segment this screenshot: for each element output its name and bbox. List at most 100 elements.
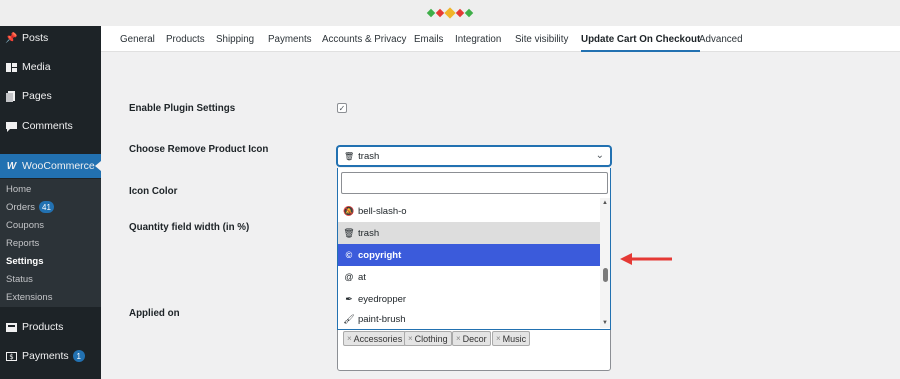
chip-label: Clothing [414,333,448,344]
chip-decor[interactable]: × Decor [452,331,491,346]
submenu-label: Orders [6,201,36,213]
submenu-item-settings[interactable]: Settings [6,253,43,269]
tab-label: General [120,33,155,45]
submenu-item-coupons[interactable]: Coupons [6,217,44,233]
chip-music[interactable]: × Music [492,331,531,346]
sidebar-item-pages[interactable]: Pages [0,84,101,108]
green-diamond-icon [426,8,436,18]
option-bell-slash-o[interactable]: 🔕 bell-slash-o [338,200,600,222]
tab-payments[interactable]: Payments [268,26,312,52]
dropdown-scrollbar[interactable]: ▲ ▼ [600,198,610,328]
green-diamond-icon [464,8,474,18]
tab-update-cart-on-checkout[interactable]: Update Cart On Checkout [581,26,701,52]
enable-plugin-label: Enable Plugin Settings [129,103,236,114]
chip-label: Accessories [353,333,403,344]
option-label: copyright [358,249,402,261]
sidebar-item-label: Posts [22,32,49,44]
sidebar-item-label: Pages [22,90,52,102]
submenu-item-home[interactable]: Home [6,181,31,197]
admin-sidebar: 📌 Posts Media Pages Comments W WooCommer… [0,26,101,379]
yellow-diamond-icon [444,7,456,19]
pin-icon: 📌 [5,32,18,44]
option-label: at [358,271,366,283]
tab-label: Advanced [699,33,743,45]
sidebar-item-media[interactable]: Media [0,55,101,79]
option-at[interactable]: @ at [338,266,600,288]
icon-dropdown-list: 🔕 bell-slash-o 🗑 trash © copyright @ at ✒ eye… [337,168,611,330]
tab-site-visibility[interactable]: Site visibility [515,26,568,52]
sidebar-item-label: Payments [22,350,69,362]
annotation-arrow-icon [620,253,672,265]
submenu-item-extensions[interactable]: Extensions [6,289,52,305]
eyedropper-icon: ✒ [345,293,353,304]
pages-icon [6,90,17,102]
submenu-item-orders[interactable]: Orders 41 [6,199,54,215]
sidebar-item-label: Media [22,61,51,73]
remove-chip-icon[interactable]: × [496,334,501,343]
red-diamond-icon [435,8,445,18]
scrollbar-thumb[interactable] [603,268,608,282]
tab-shipping[interactable]: Shipping [216,26,254,52]
paint-brush-icon: 🖌 [343,313,355,324]
red-diamond-icon [455,8,465,18]
admin-frame: 📌 Posts Media Pages Comments W WooCommer… [0,26,900,379]
submenu-item-status[interactable]: Status [6,271,33,287]
payments-icon: $ [6,351,17,362]
tab-label: Payments [268,33,312,45]
tab-label: Emails [414,33,444,45]
submenu-label: Settings [6,255,44,267]
woocommerce-submenu: Home Orders 41 Coupons Reports Settings S… [0,179,101,307]
sidebar-item-label: WooCommerce [22,160,95,172]
tab-label: Products [166,33,205,45]
option-paint-brush[interactable]: 🖌 paint-brush [338,310,600,328]
tab-label: Shipping [216,33,255,45]
remove-chip-icon[interactable]: × [408,334,413,343]
dropdown-search-input[interactable] [341,172,608,194]
sidebar-item-posts[interactable]: 📌 Posts [0,26,101,50]
applied-on-label: Applied on [129,308,180,319]
tab-accounts-privacy[interactable]: Accounts & Privacy [322,26,406,52]
orders-count-badge: 41 [39,201,54,213]
submenu-label: Status [6,273,33,285]
applied-on-multiselect[interactable]: × Accessories × Clothing × Decor × Music [337,326,611,371]
submenu-label: Extensions [6,291,53,303]
copyright-icon: © [345,250,353,260]
sidebar-item-payments[interactable]: $ Payments 1 [0,344,101,368]
tab-emails[interactable]: Emails [414,26,443,52]
chip-label: Decor [462,333,487,344]
tab-integration[interactable]: Integration [455,26,501,52]
tab-products[interactable]: Products [166,26,205,52]
chip-accessories[interactable]: × Accessories [343,331,407,346]
remove-chip-icon[interactable]: × [347,334,352,343]
submenu-label: Reports [6,237,40,249]
sidebar-item-woocommerce[interactable]: W WooCommerce [0,154,101,178]
chip-label: Music [502,333,527,344]
svg-text:$: $ [9,353,13,361]
sidebar-item-label: Comments [22,120,73,132]
tab-label: Site visibility [515,33,569,45]
submenu-label: Coupons [6,219,45,231]
option-eyedropper[interactable]: ✒ eyedropper [338,288,600,310]
remove-chip-icon[interactable]: × [456,334,461,343]
submenu-item-reports[interactable]: Reports [6,235,39,251]
tab-general[interactable]: General [120,26,155,52]
remove-icon-select[interactable]: 🗑 trash ⌄ [337,146,611,166]
sidebar-item-comments[interactable]: Comments [0,114,101,138]
option-trash[interactable]: 🗑 trash [338,222,600,244]
enable-plugin-checkbox[interactable]: ✓ [337,103,347,113]
tab-advanced[interactable]: Advanced [699,26,743,52]
chip-clothing[interactable]: × Clothing [404,331,452,346]
top-bar [0,0,900,26]
tab-label: Accounts & Privacy [322,33,407,45]
quantity-width-label: Quantity field width (in %) [129,222,250,233]
sidebar-item-products[interactable]: Products [0,315,101,339]
option-copyright[interactable]: © copyright [338,244,600,266]
sidebar-item-label: Products [22,321,64,333]
chevron-down-icon: ⌄ [595,150,604,161]
scroll-down-icon[interactable]: ▼ [602,320,608,326]
settings-tabs: General Products Shipping Payments Accou… [101,26,900,52]
scroll-up-icon[interactable]: ▲ [602,200,608,206]
option-label: trash [358,227,380,239]
trash-icon: 🗑 [344,151,355,161]
option-label: eyedropper [358,293,407,305]
